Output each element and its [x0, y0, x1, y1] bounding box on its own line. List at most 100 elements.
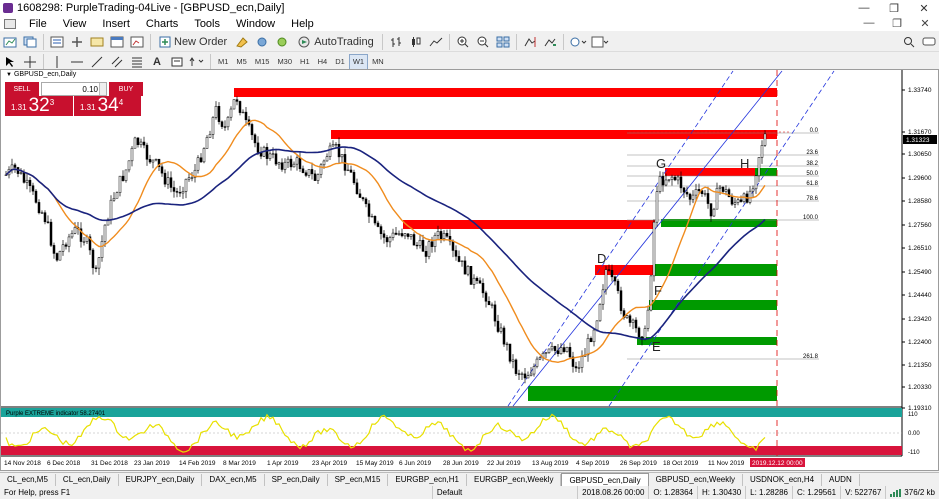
candle-body [724, 189, 728, 192]
candle-body [592, 329, 596, 343]
menu-file[interactable]: File [21, 18, 55, 30]
candlestick-icon[interactable] [407, 33, 425, 51]
timeframe-d1[interactable]: D1 [331, 54, 349, 70]
maximize-button[interactable]: ❐ [879, 2, 909, 15]
market-watch-icon[interactable] [48, 33, 66, 51]
trendline-icon[interactable] [88, 53, 106, 71]
candle-body [46, 221, 50, 223]
arrows-tool-icon[interactable] [188, 53, 206, 71]
child-close-button[interactable]: ✕ [911, 17, 939, 30]
timeframe-m5[interactable]: M5 [232, 54, 250, 70]
cursor-icon[interactable] [1, 53, 19, 71]
vertical-line-icon[interactable] [48, 53, 66, 71]
metaeditor-icon[interactable] [233, 33, 251, 51]
label-tool-icon[interactable] [168, 53, 186, 71]
chart-tab[interactable]: USDNOK_ecn,H4 [743, 473, 823, 486]
chart-tab[interactable]: GBPUSD_ecn,Weekly [649, 473, 744, 486]
chart-tab[interactable]: AUDN [822, 473, 860, 486]
chart-tab[interactable]: SP_ecn,M15 [328, 473, 389, 486]
zoom-out-icon[interactable] [474, 33, 492, 51]
price-chart[interactable]: 0.0 23.6 38.2 50.0 61.8 78.6 100.0 261.8… [1, 70, 938, 470]
time-tick-label: 1 Apr 2019 [267, 460, 299, 467]
candle-body [556, 350, 560, 355]
chart-shift-icon[interactable] [521, 33, 539, 51]
timeframe-w1[interactable]: W1 [348, 53, 369, 70]
templates-icon[interactable] [590, 33, 610, 51]
terminal-icon[interactable] [108, 33, 126, 51]
navigator-icon[interactable] [88, 33, 106, 51]
candle-body [82, 241, 86, 243]
buy-price-pip: 4 [118, 98, 124, 107]
chart-tab[interactable]: SP_ecn,Daily [265, 473, 328, 486]
options-icon[interactable] [253, 33, 271, 51]
title-bar: 1608298: PurpleTrading-04Live - [GBPUSD_… [0, 0, 939, 16]
chart-window[interactable]: ▼ GBPUSD_ecn,Daily SELL 0.10 BUY 1.31 32… [0, 69, 939, 471]
candle-body [676, 176, 680, 181]
candle-body [73, 227, 77, 234]
child-restore-button[interactable]: ❐ [883, 17, 911, 30]
indicators-icon[interactable] [568, 33, 588, 51]
candle-body [712, 208, 716, 217]
price-tick-label: 1.33740 [908, 87, 932, 94]
candle-body [562, 347, 566, 352]
fibonacci-icon[interactable] [128, 53, 146, 71]
chart-tab[interactable]: EURGBP_ecn,H1 [388, 473, 467, 486]
menu-tools[interactable]: Tools [186, 18, 228, 30]
chart-window-icon[interactable] [4, 18, 16, 29]
chart-tab-active[interactable]: GBPUSD_ecn,Daily [561, 473, 649, 486]
data-window-icon[interactable] [68, 33, 86, 51]
timeframe-h1[interactable]: H1 [296, 54, 314, 70]
equidistant-channel-icon[interactable] [108, 53, 126, 71]
time-tick-label: 15 May 2019 [356, 460, 394, 467]
profiles-icon[interactable] [21, 33, 39, 51]
timeframe-m15[interactable]: M15 [251, 54, 274, 70]
candle-body [493, 304, 497, 322]
menu-window[interactable]: Window [228, 18, 283, 30]
chart-tab[interactable]: EURGBP_ecn,Weekly [467, 473, 562, 486]
zoom-in-icon[interactable] [454, 33, 472, 51]
bar-chart-icon[interactable] [387, 33, 405, 51]
strategy-tester-icon[interactable] [128, 33, 146, 51]
line-chart-icon[interactable] [427, 33, 445, 51]
sell-button[interactable]: SELL [5, 82, 39, 96]
timeframe-m30[interactable]: M30 [273, 54, 296, 70]
timeframe-mn[interactable]: MN [368, 54, 388, 70]
crosshair-icon[interactable] [21, 53, 39, 71]
chart-tab[interactable]: DAX_ecn,M5 [202, 473, 265, 486]
chat-icon[interactable] [920, 33, 938, 51]
lots-input[interactable]: 0.10 [41, 82, 107, 96]
text-tool-icon[interactable]: A [148, 53, 166, 71]
minimize-button[interactable]: — [849, 2, 879, 14]
timeframe-h4[interactable]: H4 [314, 54, 332, 70]
child-minimize-button[interactable]: — [855, 17, 883, 30]
menu-charts[interactable]: Charts [138, 18, 186, 30]
candle-body [301, 168, 305, 173]
toolbar-separator [562, 33, 564, 50]
autoscroll-icon[interactable] [541, 33, 559, 51]
close-button[interactable]: ✕ [909, 2, 939, 15]
autotrading-icon [298, 36, 310, 47]
chart-tab[interactable]: CL_ecn,M5 [0, 473, 56, 486]
autotrading-button[interactable]: AutoTrading [293, 33, 378, 51]
candle-body [550, 346, 554, 350]
sell-price-button[interactable]: 1.31 32 3 [5, 96, 73, 116]
candle-body [694, 189, 698, 196]
new-chart-icon[interactable] [1, 33, 19, 51]
horizontal-line-icon[interactable] [68, 53, 86, 71]
candle-body [586, 338, 590, 356]
new-order-button[interactable]: New Order [155, 33, 231, 51]
chart-tab[interactable]: EURJPY_ecn,Daily [119, 473, 203, 486]
signals-icon[interactable] [273, 33, 291, 51]
candle-body [346, 169, 350, 172]
menu-help[interactable]: Help [283, 18, 322, 30]
search-icon[interactable] [900, 33, 918, 51]
lots-spinner[interactable] [99, 83, 106, 95]
timeframe-m1[interactable]: M1 [214, 54, 232, 70]
menu-view[interactable]: View [55, 18, 95, 30]
chart-tab[interactable]: CL_ecn,Daily [56, 473, 119, 486]
menu-insert[interactable]: Insert [94, 18, 138, 30]
candle-body [436, 231, 440, 236]
buy-price-button[interactable]: 1.31 34 4 [73, 96, 141, 116]
tile-windows-icon[interactable] [494, 33, 512, 51]
buy-button[interactable]: BUY [109, 82, 143, 96]
